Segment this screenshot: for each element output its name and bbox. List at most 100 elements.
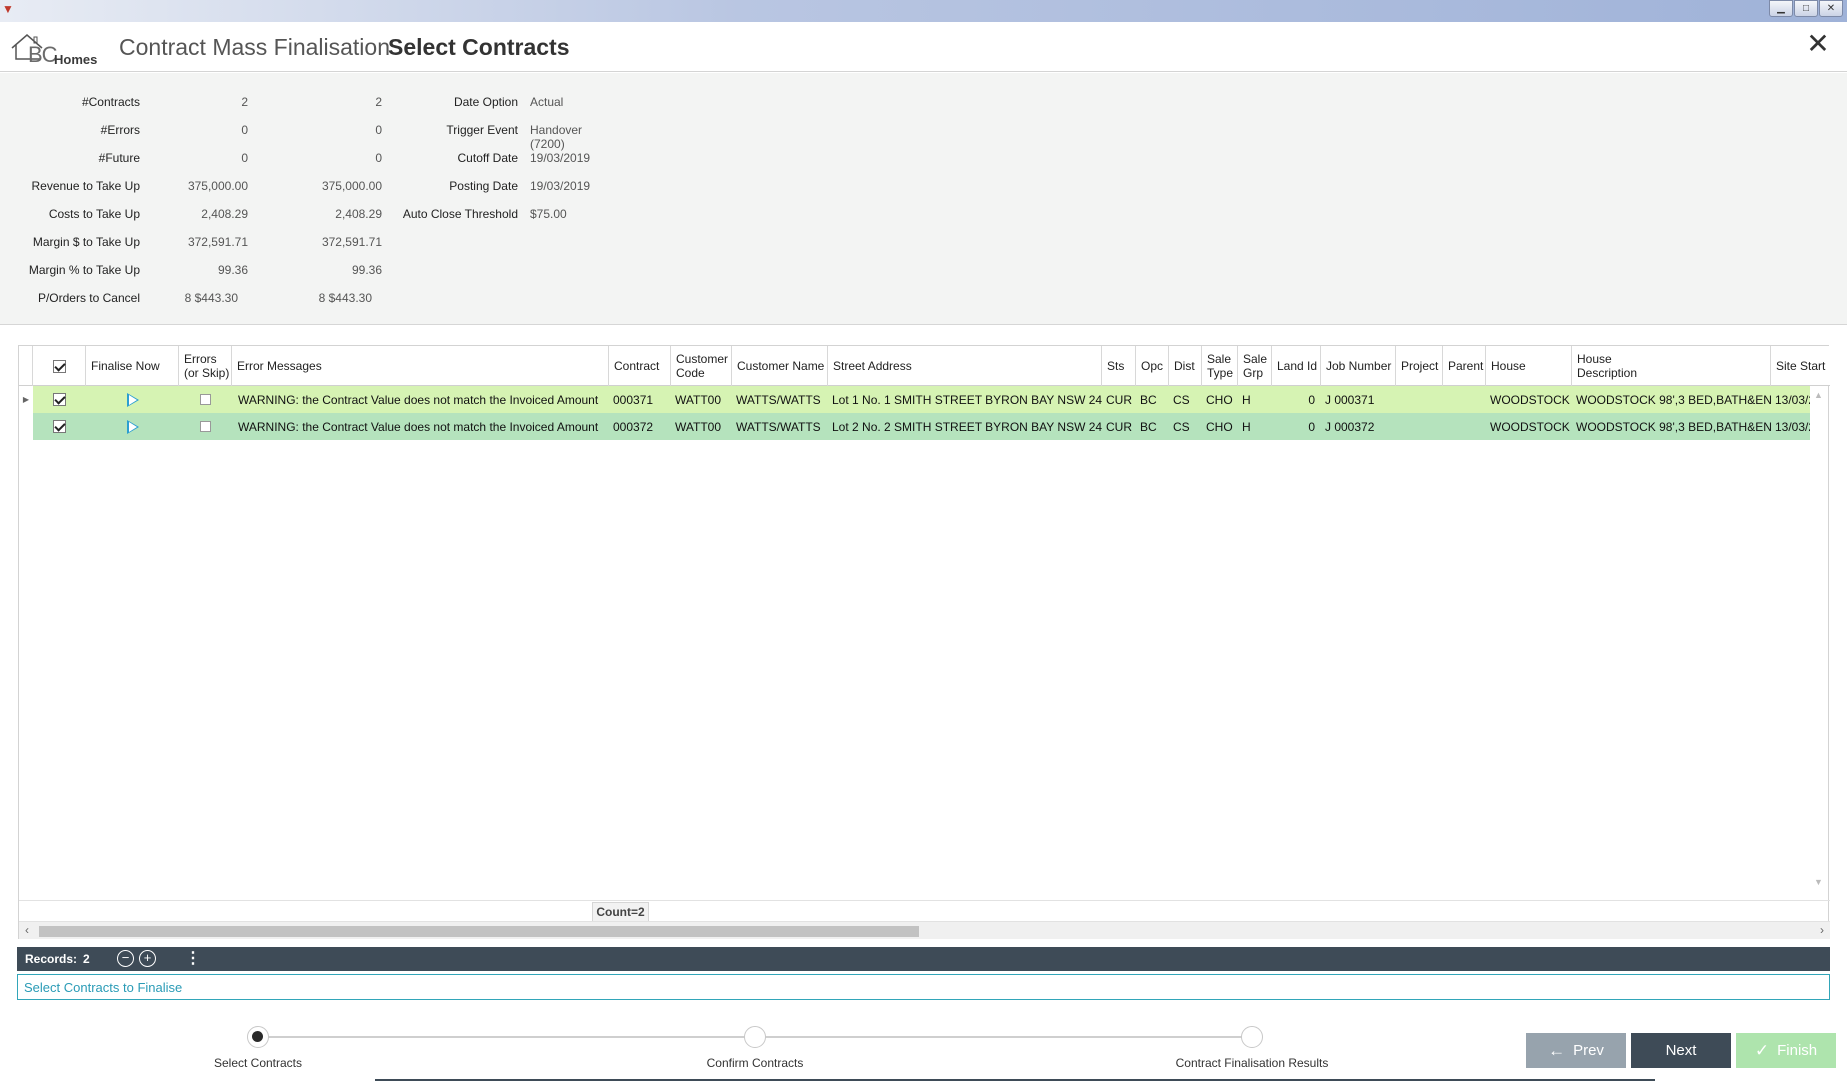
opc-cell: BC: [1140, 392, 1157, 407]
more-options-icon[interactable]: ⋮: [185, 948, 201, 968]
sale-grp-cell: H: [1242, 419, 1251, 434]
horizontal-scroll-thumb[interactable]: [39, 926, 919, 937]
header-house-desc-line2: Description: [1577, 366, 1638, 380]
step-results-dot[interactable]: [1241, 1026, 1263, 1048]
sale-type-cell: CHO: [1206, 419, 1233, 434]
header-opc[interactable]: Opc: [1136, 346, 1169, 386]
minimize-icon[interactable]: ▁: [1769, 0, 1793, 17]
house-description-cell: WOODSTOCK 98',3 BED,BATH&ENS: [1576, 419, 1771, 434]
scroll-down-icon[interactable]: ▼: [1814, 877, 1823, 887]
option-value: 19/03/2019: [530, 179, 591, 193]
sale-grp-cell: H: [1242, 392, 1251, 407]
header-house[interactable]: House: [1486, 346, 1572, 386]
scroll-right-icon[interactable]: ›: [1820, 923, 1824, 937]
header-sale-type-line2: Type: [1207, 366, 1234, 380]
finish-button-label: Finish: [1777, 1042, 1818, 1059]
scroll-up-icon[interactable]: ▲: [1814, 390, 1823, 400]
option-label: Date Option: [453, 95, 518, 109]
summary-panel: #Contracts 2 2 Date Option Actual #Error…: [0, 73, 1847, 325]
header-land-id[interactable]: Land Id: [1272, 346, 1321, 386]
row-select-cell[interactable]: [33, 413, 86, 440]
play-icon[interactable]: [126, 392, 139, 407]
header-error-messages[interactable]: Error Messages: [232, 346, 609, 386]
app-icon: ▼: [2, 2, 14, 16]
header-errors-skip[interactable]: Errors (or Skip): [179, 346, 232, 386]
records-count: 2: [83, 952, 90, 966]
play-icon[interactable]: [126, 419, 139, 434]
header-dist[interactable]: Dist: [1169, 346, 1202, 386]
grid-header: Finalise Now Errors (or Skip) Error Mess…: [19, 346, 1830, 386]
prev-button[interactable]: ← Prev: [1526, 1033, 1626, 1068]
row-select-checkbox[interactable]: [53, 393, 66, 406]
option-label: Trigger Event: [446, 123, 518, 137]
scroll-left-icon[interactable]: ‹: [25, 923, 29, 937]
bchomes-logo: BC Homes: [10, 32, 102, 67]
error-message-cell: WARNING: the Contract Value does not mat…: [238, 392, 599, 407]
summary-label: #Errors: [100, 123, 140, 137]
header-sale-grp[interactable]: Sale Grp: [1238, 346, 1272, 386]
horizontal-scrollbar[interactable]: ‹ ›: [19, 921, 1830, 939]
next-button[interactable]: Next: [1631, 1033, 1731, 1068]
step-confirm-contracts-label: Confirm Contracts: [706, 1056, 804, 1070]
header-job-number[interactable]: Job Number: [1321, 346, 1396, 386]
step-select-contracts-dot[interactable]: [247, 1026, 269, 1048]
finalise-now-cell[interactable]: [86, 413, 179, 440]
header-customer-code[interactable]: Customer Code: [671, 346, 732, 386]
option-value: 19/03/2019: [530, 151, 591, 165]
add-record-icon[interactable]: +: [139, 950, 156, 967]
window-close-icon[interactable]: ✕: [1819, 0, 1843, 17]
header-house-description[interactable]: House Description: [1572, 346, 1771, 386]
customer-code-cell: WATT00: [675, 392, 722, 407]
header-contract[interactable]: Contract: [609, 346, 671, 386]
house-cell: WOODSTOCK: [1490, 392, 1570, 407]
header-customer-name[interactable]: Customer Name: [732, 346, 828, 386]
records-navigator: Records: 2 − + ⋮: [17, 947, 1830, 971]
summary-value: 8 $443.30: [318, 291, 372, 305]
row-select-checkbox[interactable]: [53, 420, 66, 433]
finish-button[interactable]: ✓ Finish: [1736, 1033, 1836, 1068]
customer-name-cell: WATTS/WATTS: [736, 392, 821, 407]
row-select-cell[interactable]: [33, 386, 86, 413]
page-header: BC Homes Contract Mass Finalisation Sele…: [0, 22, 1847, 72]
summary-value: 2: [375, 95, 382, 109]
vertical-scrollbar[interactable]: ▲ ▼: [1810, 386, 1828, 891]
house-cell: WOODSTOCK: [1490, 419, 1570, 434]
header-sale-type-line1: Sale: [1207, 352, 1232, 366]
option-label: Auto Close Threshold: [402, 207, 518, 221]
header-parent[interactable]: Parent: [1443, 346, 1486, 386]
sts-cell: CUR: [1106, 419, 1132, 434]
summary-value: 375,000.00: [187, 179, 248, 193]
header-finalise-now[interactable]: Finalise Now: [86, 346, 179, 386]
skip-cell[interactable]: [179, 413, 232, 440]
contract-cell: 000372: [613, 419, 654, 434]
header-site-start[interactable]: Site Start: [1771, 346, 1830, 386]
select-all-checkbox[interactable]: [52, 359, 66, 373]
error-message-cell: WARNING: the Contract Value does not mat…: [238, 419, 599, 434]
finalise-now-cell[interactable]: [86, 386, 179, 413]
summary-value: 0: [241, 123, 248, 137]
arrow-left-icon: ←: [1548, 1040, 1566, 1060]
header-sts[interactable]: Sts: [1102, 346, 1136, 386]
step-confirm-contracts-dot[interactable]: [744, 1026, 766, 1048]
header-sale-type[interactable]: Sale Type: [1202, 346, 1238, 386]
row-indicator-icon: ▶: [19, 386, 33, 413]
summary-value: 375,000.00: [321, 179, 382, 193]
table-row[interactable]: WARNING: the Contract Value does not mat…: [19, 413, 1812, 440]
maximize-icon[interactable]: □: [1794, 0, 1818, 17]
summary-value: 2: [241, 95, 248, 109]
skip-cell[interactable]: [179, 386, 232, 413]
summary-label: #Future: [98, 151, 140, 165]
skip-checkbox[interactable]: [200, 394, 211, 405]
option-value: Actual: [530, 95, 564, 109]
header-errors-skip-line1: Errors: [184, 352, 217, 366]
remove-record-icon[interactable]: −: [117, 950, 134, 967]
table-row[interactable]: ▶ WARNING: the Contract Value does not m…: [19, 386, 1812, 413]
parent-cell: [1443, 413, 1486, 440]
close-icon[interactable]: ✕: [1805, 30, 1831, 58]
header-select-all[interactable]: [33, 346, 86, 386]
skip-checkbox[interactable]: [200, 421, 211, 432]
header-street-address[interactable]: Street Address: [828, 346, 1102, 386]
job-number-cell: J 000371: [1325, 392, 1375, 407]
header-project[interactable]: Project: [1396, 346, 1443, 386]
summary-label: Margin $ to Take Up: [32, 235, 140, 249]
